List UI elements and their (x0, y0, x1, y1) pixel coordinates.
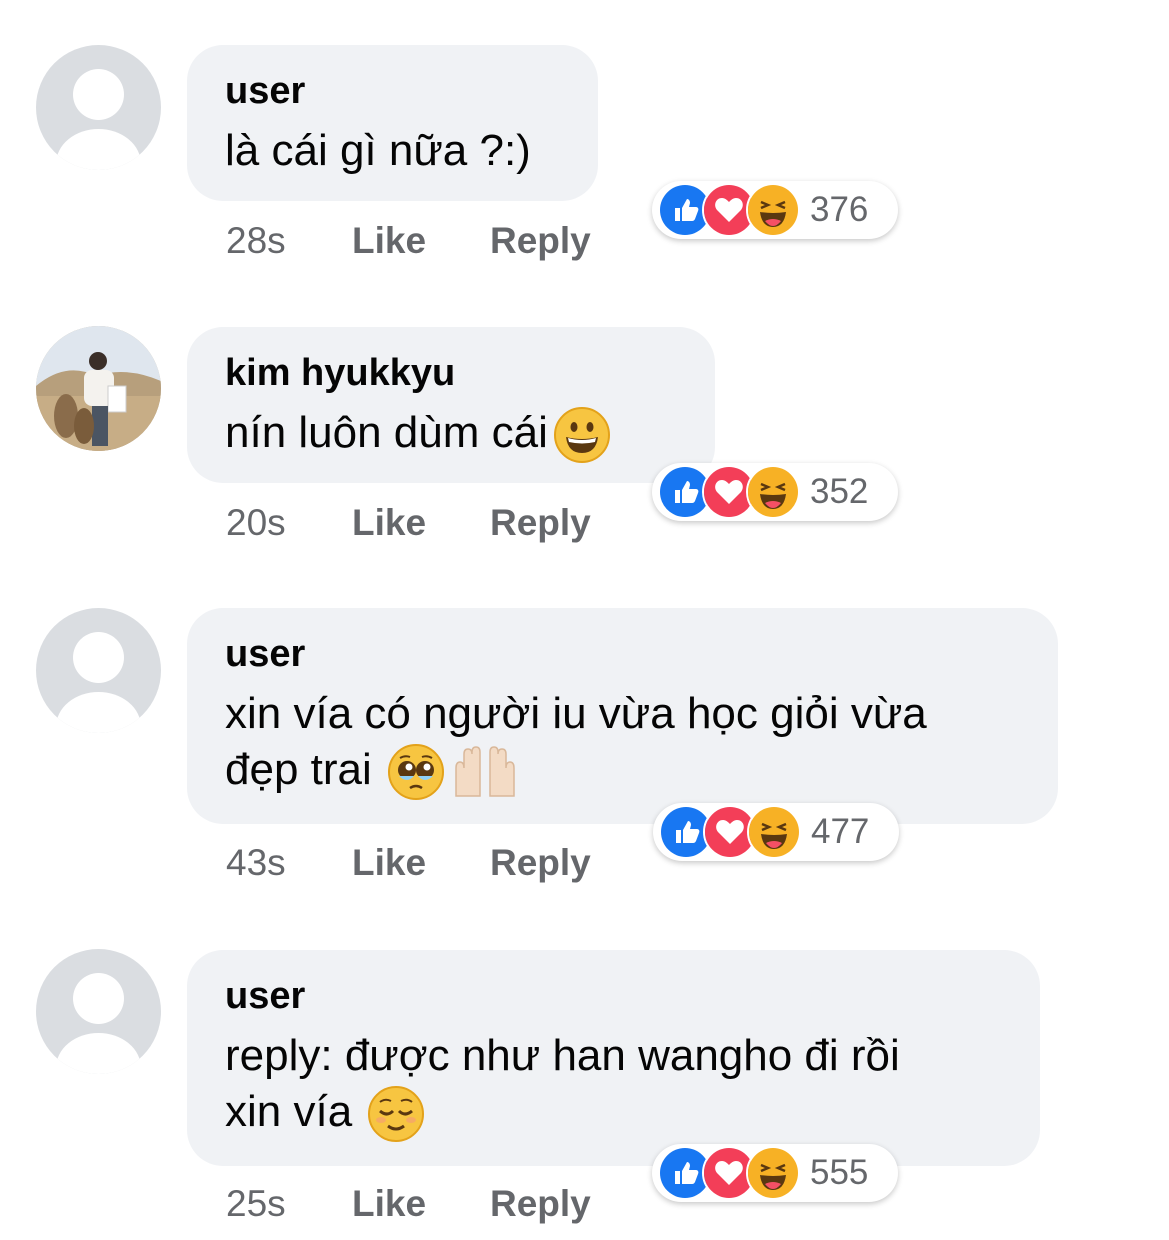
default-avatar[interactable] (36, 949, 161, 1074)
comment-bubble: kim hyukkyu nín luôn dùm cái (187, 327, 715, 483)
comment-meta: 25s Like Reply (226, 1183, 591, 1225)
comment-author[interactable]: user (225, 67, 560, 115)
grinning-face-icon (553, 407, 610, 464)
comment-text-line: reply: được như han wangho đi rồi (225, 1031, 900, 1080)
like-button[interactable]: Like (352, 842, 490, 884)
comment-text: xin vía có người iu vừa học giỏi vừa đẹp… (225, 686, 1020, 801)
photo-avatar[interactable] (36, 326, 161, 451)
reaction-count: 376 (810, 190, 869, 229)
reaction-summary[interactable]: 352 (652, 463, 898, 521)
haha-icon (746, 1146, 800, 1200)
comment-text-content: xin vía (225, 1087, 353, 1136)
haha-icon (746, 183, 800, 237)
reply-button[interactable]: Reply (490, 842, 591, 884)
reply-button[interactable]: Reply (490, 1183, 591, 1225)
comment-time[interactable]: 43s (226, 842, 352, 884)
comment-time[interactable]: 20s (226, 502, 352, 544)
comment-author[interactable]: user (225, 630, 1020, 678)
reaction-count: 352 (810, 472, 869, 511)
comment-text-content: nín luôn dùm cái (225, 408, 548, 457)
reaction-summary[interactable]: 555 (652, 1144, 898, 1202)
relieved-face-icon (368, 1086, 425, 1143)
comment-text-line: xin vía có người iu vừa học giỏi vừa (225, 689, 927, 738)
comment-time[interactable]: 28s (226, 220, 352, 262)
reaction-count: 477 (811, 812, 870, 851)
reaction-count: 555 (810, 1153, 869, 1192)
comment-meta: 28s Like Reply (226, 220, 591, 262)
comment-author[interactable]: kim hyukkyu (225, 349, 677, 397)
reply-button[interactable]: Reply (490, 220, 591, 262)
reply-button[interactable]: Reply (490, 502, 591, 544)
default-avatar[interactable] (36, 45, 161, 170)
comment-text: reply: được như han wangho đi rồi xin ví… (225, 1028, 1002, 1143)
pleading-face-icon (387, 744, 444, 801)
haha-icon (747, 805, 801, 859)
comment-meta: 20s Like Reply (226, 502, 591, 544)
comment-text-content: đẹp trai (225, 745, 372, 794)
comment-text: nín luôn dùm cái (225, 405, 677, 464)
reaction-summary[interactable]: 477 (653, 803, 899, 861)
comment-bubble: user xin vía có người iu vừa học giỏi vừ… (187, 608, 1058, 824)
comment-text-line-2: đẹp trai (225, 742, 1020, 801)
reaction-summary[interactable]: 376 (652, 181, 898, 239)
like-button[interactable]: Like (352, 1183, 490, 1225)
comment-text: là cái gì nữa ?:) (225, 126, 531, 175)
haha-icon (746, 465, 800, 519)
default-avatar[interactable] (36, 608, 161, 733)
like-button[interactable]: Like (352, 220, 490, 262)
raised-hands-icon (450, 744, 520, 800)
comment-meta: 43s Like Reply (226, 842, 591, 884)
comment-time[interactable]: 25s (226, 1183, 352, 1225)
comment-text-line-2: xin vía (225, 1084, 1002, 1143)
comment-bubble: user reply: được như han wangho đi rồi x… (187, 950, 1040, 1166)
comment-author[interactable]: user (225, 972, 1002, 1020)
like-button[interactable]: Like (352, 502, 490, 544)
comment-bubble: user là cái gì nữa ?:) (187, 45, 598, 201)
